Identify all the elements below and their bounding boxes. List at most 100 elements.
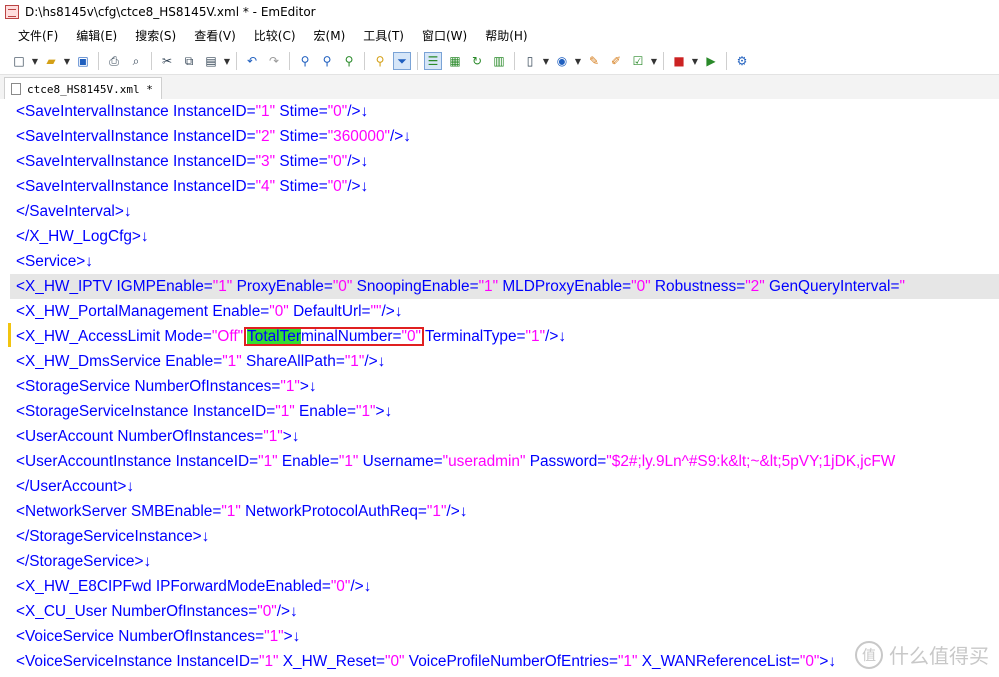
find-previous-icon[interactable]: ⚲ [318, 52, 336, 70]
equals-sign: = [318, 153, 328, 170]
configuration-dropdown-icon[interactable]: ▼ [574, 52, 582, 70]
file-icon [11, 83, 21, 95]
code-line[interactable]: <SaveIntervalInstance InstanceID="2" Sti… [16, 124, 411, 149]
menu-edit[interactable]: 编辑(E) [68, 26, 125, 46]
new-file-icon[interactable]: □ [10, 52, 28, 70]
new-dropdown-icon[interactable]: ▼ [31, 52, 39, 70]
attr-name: X_HW_Reset [282, 653, 377, 670]
equals-sign: = [202, 328, 212, 345]
code-line[interactable]: </SaveInterval>↓ [16, 199, 132, 224]
menu-help[interactable]: 帮助(H) [477, 26, 535, 46]
menu-macro[interactable]: 宏(M) [306, 26, 354, 46]
code-line[interactable]: <SaveIntervalInstance InstanceID="4" Sti… [16, 174, 368, 199]
editor-area[interactable]: <SaveIntervalInstance InstanceID="1" Sti… [0, 99, 999, 677]
filter-icon[interactable]: ⏷ [393, 52, 411, 70]
save-icon[interactable]: ▣ [74, 52, 92, 70]
code-line[interactable]: <X_HW_E8CIPFwd IPForwardModeEnabled="0"/… [16, 574, 371, 599]
code-line[interactable]: </X_HW_LogCfg>↓ [16, 224, 149, 249]
plugin-icon[interactable]: ⚙ [733, 52, 751, 70]
code-line[interactable]: <Service>↓ [16, 249, 93, 274]
code-line[interactable]: <NetworkServer SMBEnable="1" NetworkProt… [16, 499, 467, 524]
encoding-icon[interactable]: ▯ [521, 52, 539, 70]
eol-mark-icon: ↓ [459, 503, 468, 520]
cut-icon[interactable]: ✂ [158, 52, 176, 70]
menu-file[interactable]: 文件(F) [10, 26, 66, 46]
record-macro-icon[interactable]: ■ [670, 52, 688, 70]
code-line[interactable]: </StorageService>↓ [16, 549, 151, 574]
redo-icon[interactable]: ↷ [265, 52, 283, 70]
xml-tag: <Service> [16, 253, 86, 270]
attr-name: NumberOfInstances [111, 603, 249, 620]
menu-window[interactable]: 窗口(W) [414, 26, 475, 46]
validate-icon[interactable]: ☑ [629, 52, 647, 70]
attr-name: Enable [281, 453, 330, 470]
code-line[interactable]: </UserAccount>↓ [16, 474, 134, 499]
copy-icon[interactable]: ⧉ [180, 52, 198, 70]
code-line[interactable]: <X_CU_User NumberOfInstances="0"/>↓ [16, 599, 298, 624]
toolbar-separator [289, 52, 290, 70]
properties-icon[interactable]: ✎ [585, 52, 603, 70]
eol-mark-icon: ↓ [140, 228, 149, 245]
print-preview-icon[interactable]: ⌕ [127, 52, 145, 70]
find-next-icon[interactable]: ⚲ [340, 52, 358, 70]
wrap-none-icon[interactable]: ☰ [424, 52, 442, 70]
paste-dropdown-icon[interactable]: ▼ [223, 52, 231, 70]
xml-tag: </UserAccount> [16, 478, 127, 495]
code-line[interactable]: <StorageService NumberOfInstances="1">↓ [16, 374, 317, 399]
attr-name: DefaultUrl [293, 303, 362, 320]
equals-sign: = [318, 178, 328, 195]
validate-dropdown-icon[interactable]: ▼ [650, 52, 658, 70]
tag-close: /> [446, 503, 460, 520]
attr-value: "useradmin" [442, 453, 526, 470]
code-line[interactable]: <SaveIntervalInstance InstanceID="1" Sti… [16, 99, 368, 124]
eol-mark-icon: ↓ [828, 653, 837, 670]
xml-tag: <VoiceService [16, 628, 114, 645]
menu-compare[interactable]: 比较(C) [246, 26, 304, 46]
code-line[interactable]: <UserAccount NumberOfInstances="1">↓ [16, 424, 299, 449]
open-dropdown-icon[interactable]: ▼ [63, 52, 71, 70]
menu-search[interactable]: 搜索(S) [127, 26, 184, 46]
toolbar-separator [151, 52, 152, 70]
run-macro-icon[interactable]: ▶ [702, 52, 720, 70]
equals-sign: = [361, 303, 371, 320]
attr-name: InstanceID [173, 128, 247, 145]
tag-close: /> [347, 103, 361, 120]
code-line[interactable]: <X_HW_IPTV IGMPEnable="1" ProxyEnable="0… [10, 274, 999, 299]
menu-tools[interactable]: 工具(T) [355, 26, 412, 46]
code-line[interactable]: <StorageServiceInstance InstanceID="1" E… [16, 399, 392, 424]
equals-sign: = [212, 503, 222, 520]
attr-name: NumberOfInstances [134, 378, 272, 395]
xml-tag: <X_HW_PortalManagement [16, 303, 209, 320]
menu-view[interactable]: 查看(V) [186, 26, 244, 46]
record-dropdown-icon[interactable]: ▼ [691, 52, 699, 70]
tag-close: /> [347, 178, 361, 195]
code-line[interactable]: <X_HW_PortalManagement Enable="0" Defaul… [16, 299, 402, 324]
code-line[interactable]: <VoiceServiceInstance InstanceID="1" X_H… [16, 649, 836, 674]
attr-name: SMBEnable [131, 503, 213, 520]
configuration-icon[interactable]: ◉ [553, 52, 571, 70]
find-icon[interactable]: ⚲ [296, 52, 314, 70]
tab-document[interactable]: ctce8_HS8145V.xml * [4, 77, 162, 100]
open-folder-icon[interactable]: ▰ [42, 52, 60, 70]
equals-sign: = [246, 178, 256, 195]
attr-name: InstanceID [173, 103, 247, 120]
xml-tag: </StorageService> [16, 553, 144, 570]
code-line[interactable]: <X_HW_DmsService Enable="1" ShareAllPath… [16, 349, 385, 374]
wrap-window-icon[interactable]: ▦ [446, 52, 464, 70]
encoding-dropdown-icon[interactable]: ▼ [542, 52, 550, 70]
attr-name: Username [362, 453, 434, 470]
wrap-page-icon[interactable]: ↻ [468, 52, 486, 70]
toolbar-separator [417, 52, 418, 70]
code-line[interactable]: <UserAccountInstance InstanceID="1" Enab… [16, 449, 895, 474]
highlight-search-icon[interactable]: ⚲ [371, 52, 389, 70]
code-line[interactable]: </StorageServiceInstance>↓ [16, 524, 209, 549]
wrap-char-icon[interactable]: ▥ [490, 52, 508, 70]
undo-icon[interactable]: ↶ [243, 52, 261, 70]
attr-name: Password [529, 453, 598, 470]
code-line[interactable]: <SaveIntervalInstance InstanceID="3" Sti… [16, 149, 368, 174]
customize-icon[interactable]: ✐ [607, 52, 625, 70]
eol-mark-icon: ↓ [360, 153, 369, 170]
paste-icon[interactable]: ▤ [202, 52, 220, 70]
print-icon[interactable]: ⎙ [105, 52, 123, 70]
code-line[interactable]: <VoiceService NumberOfInstances="1">↓ [16, 624, 300, 649]
